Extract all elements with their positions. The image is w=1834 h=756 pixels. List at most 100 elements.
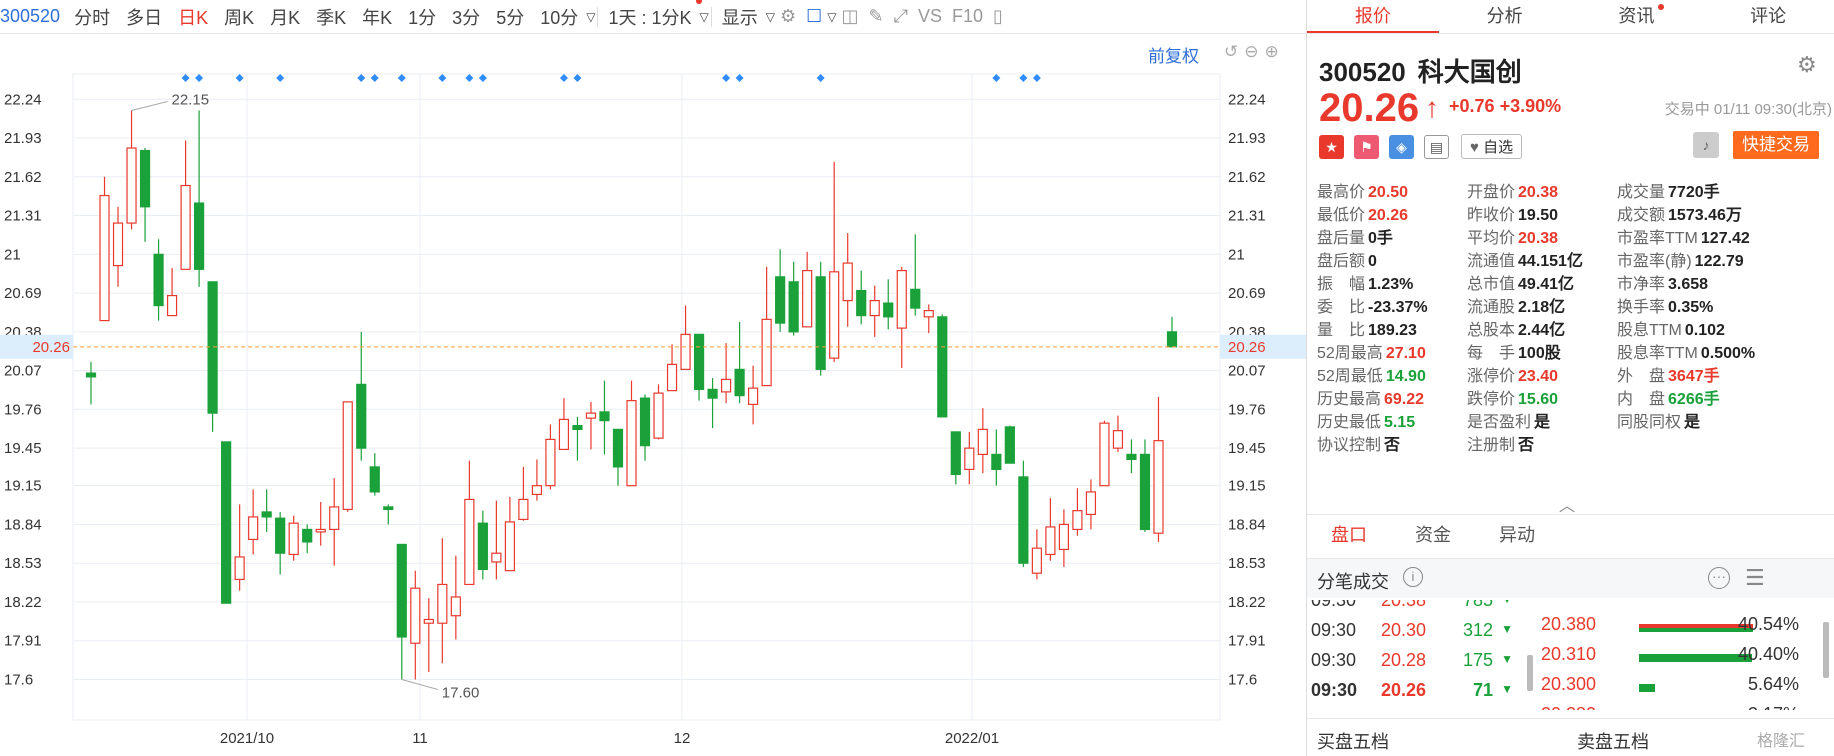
candle-body[interactable] (342, 401, 353, 511)
tab-monthly-k[interactable]: 月K (262, 4, 308, 30)
candle-body[interactable] (126, 147, 137, 224)
list-icon[interactable]: ☰ (1745, 565, 1765, 591)
candle-body[interactable] (518, 498, 529, 521)
candle-body[interactable] (788, 281, 799, 333)
candle-body[interactable] (775, 276, 786, 324)
bell-icon[interactable]: ♪ (1693, 132, 1719, 158)
chevron-down-icon[interactable]: ▽ (827, 10, 836, 24)
candle-body[interactable] (437, 583, 448, 624)
candle-body[interactable] (531, 485, 543, 496)
tab-5min[interactable]: 5分 (488, 4, 532, 30)
candle-body[interactable] (99, 194, 110, 322)
undo-icon[interactable]: ↺ (1224, 42, 1244, 61)
candle-body[interactable] (639, 397, 651, 447)
tab-10min[interactable]: 10分 (532, 4, 586, 30)
stock-code-label[interactable]: 300520 (0, 6, 66, 27)
candle-body[interactable] (85, 372, 97, 378)
candle-body[interactable] (369, 466, 380, 493)
candle-body[interactable] (991, 453, 1002, 471)
candle-body[interactable] (761, 318, 772, 387)
tab-1min[interactable]: 1分 (400, 4, 444, 30)
candle-body[interactable] (842, 262, 853, 302)
candle-body[interactable] (693, 333, 705, 390)
candle-body[interactable] (923, 309, 934, 318)
event-marker[interactable] (478, 74, 487, 82)
candle-body[interactable] (288, 522, 299, 556)
buy-five-levels[interactable]: 买盘五档 (1317, 728, 1389, 754)
chevron-down-icon[interactable]: ▽ (700, 10, 709, 24)
candle-body[interactable] (410, 587, 421, 644)
event-marker[interactable] (397, 74, 406, 82)
candle-body[interactable] (558, 418, 570, 450)
candle-body[interactable] (869, 299, 880, 317)
zoom-out-icon[interactable]: ⊖ (1244, 42, 1264, 61)
candle-body[interactable] (1072, 510, 1083, 531)
candlestick-chart[interactable]: 22.24 22.24 21.93 21.93 21.62 21.62 21.31 21.31… (0, 60, 1306, 756)
candle-body[interactable] (302, 528, 313, 543)
candle-body[interactable] (315, 528, 326, 533)
candle-body[interactable] (666, 363, 678, 392)
candle-body[interactable] (234, 556, 245, 581)
event-marker[interactable] (235, 74, 244, 82)
interval-select[interactable]: 1天 : 1分K (600, 0, 702, 30)
tab-comments[interactable]: 评论 (1702, 0, 1834, 33)
gear-icon[interactable]: ⚙ (775, 6, 801, 27)
tick-trades-list[interactable]: 09:30 20.38 785 ▼ 09:30 20.30 312 ▼ 09:30 20.28 17… (1307, 600, 1523, 710)
candle-body[interactable] (1031, 547, 1042, 574)
tab-anomaly[interactable]: 异动 (1475, 515, 1559, 555)
candle-body[interactable] (1045, 526, 1056, 556)
candle-body[interactable] (910, 288, 921, 309)
runner-icon[interactable]: ⚑ (1354, 134, 1379, 159)
candle-body[interactable] (1139, 453, 1151, 531)
candle-body[interactable] (1166, 331, 1178, 348)
candle-body[interactable] (802, 269, 813, 328)
tab-analysis[interactable]: 分析 (1439, 0, 1571, 33)
candle-body[interactable] (396, 543, 407, 638)
candle-body[interactable] (937, 316, 948, 418)
vs-button[interactable]: VS (913, 6, 947, 27)
candle-body[interactable] (261, 511, 272, 518)
candle-body[interactable] (707, 388, 718, 399)
candle-body[interactable] (207, 281, 218, 414)
candle-body[interactable] (964, 447, 975, 471)
display-menu[interactable]: 显示 (714, 4, 766, 30)
candle-body[interactable] (153, 253, 164, 307)
candle-body[interactable] (1004, 426, 1015, 464)
event-marker[interactable] (276, 74, 285, 82)
candle-body[interactable] (572, 425, 583, 430)
candle-body[interactable] (720, 378, 732, 393)
candle-body[interactable] (1058, 523, 1070, 551)
camera-icon[interactable]: ◫ (836, 6, 863, 27)
panel-toggle-icon[interactable]: ▯ (988, 6, 1008, 27)
event-marker[interactable] (992, 74, 1001, 82)
candle-body[interactable] (423, 618, 434, 624)
event-marker[interactable] (181, 74, 190, 82)
candle-body[interactable] (599, 411, 610, 422)
tab-weekly-k[interactable]: 周K (216, 4, 262, 30)
event-marker[interactable] (559, 74, 568, 82)
pen-icon[interactable]: ✎ (864, 6, 889, 27)
bookmark-icon[interactable]: ▤ (1424, 134, 1449, 159)
candle-body[interactable] (166, 294, 178, 317)
tab-capital[interactable]: 资金 (1391, 515, 1475, 555)
candle-body[interactable] (1018, 476, 1029, 564)
candle-body[interactable] (653, 392, 664, 439)
event-marker[interactable] (370, 74, 379, 82)
trades-scrollbar[interactable] (1527, 655, 1533, 691)
candle-body[interactable] (734, 368, 745, 397)
candle-body[interactable] (680, 333, 691, 370)
tab-quarterly-k[interactable]: 季K (308, 4, 354, 30)
tab-multi-day[interactable]: 多日 (118, 4, 170, 30)
candle-body[interactable] (626, 400, 637, 487)
candle-body[interactable] (612, 428, 624, 468)
candle-body[interactable] (748, 387, 759, 405)
candle-body[interactable] (977, 428, 988, 455)
f10-button[interactable]: F10 (947, 6, 988, 27)
candle-body[interactable] (504, 521, 515, 572)
event-marker[interactable] (573, 74, 582, 82)
candle-body[interactable] (1099, 422, 1110, 487)
tab-quote[interactable]: 报价 (1307, 0, 1439, 33)
info-icon[interactable]: i (1403, 567, 1423, 587)
color-box-icon[interactable]: ☐ (801, 6, 827, 27)
candle-body[interactable] (139, 149, 151, 208)
